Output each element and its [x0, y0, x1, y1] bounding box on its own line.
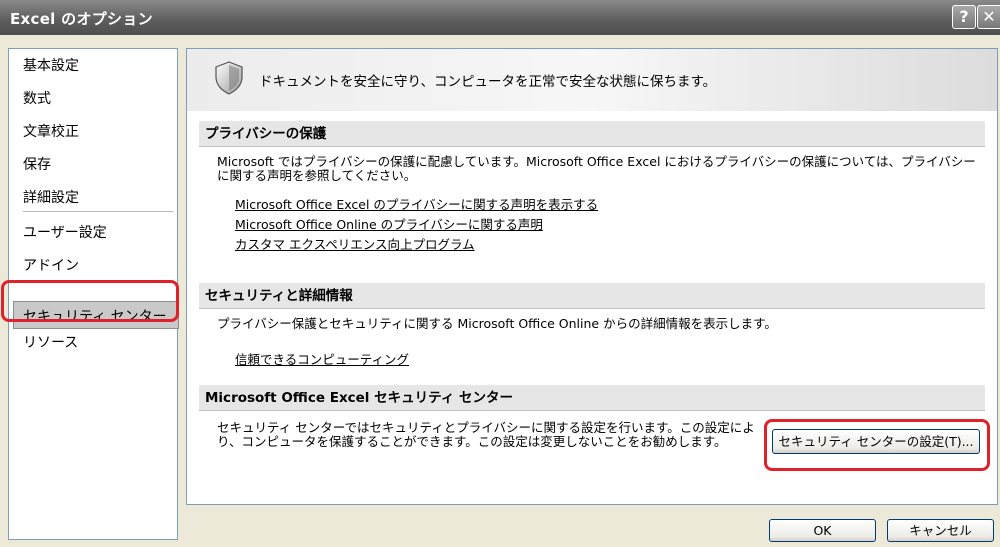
privacy-text: Microsoft ではプライバシーの保護に配慮しています。Microsoft …	[217, 154, 976, 183]
sidebar-item-save[interactable]: 保存	[23, 154, 51, 174]
sidebar-item-formulas[interactable]: 数式	[23, 88, 51, 108]
ok-button[interactable]: OK	[769, 519, 876, 542]
sidebar-divider	[23, 211, 173, 212]
privacy-statement-online-link[interactable]: Microsoft Office Online のプライバシーに関する声明	[235, 214, 543, 233]
sidebar-highlight-annotation	[1, 280, 179, 322]
security-info-text: プライバシー保護とセキュリティに関する Microsoft Office Onl…	[217, 316, 777, 331]
sidebar-item-advanced[interactable]: 詳細設定	[23, 187, 79, 207]
sidebar-item-addins[interactable]: アドイン	[23, 255, 79, 275]
trust-center-heading: Microsoft Office Excel セキュリティ センター	[199, 385, 985, 411]
cancel-button[interactable]: キャンセル	[887, 519, 994, 542]
shield-icon	[215, 61, 243, 95]
window-title: Excel のオプション	[10, 10, 153, 28]
close-button[interactable]: ✕	[977, 5, 1000, 29]
trustworthy-computing-link[interactable]: 信頼できるコンピューティング	[235, 349, 409, 368]
sidebar-item-popular[interactable]: 基本設定	[23, 55, 79, 75]
banner: ドキュメントを安全に守り、コンピュータを正常で安全な状態に保ちます。	[187, 49, 997, 111]
sidebar-item-customize[interactable]: ユーザー設定	[23, 222, 107, 242]
privacy-statement-excel-link[interactable]: Microsoft Office Excel のプライバシーに関する声明を表示す…	[235, 194, 598, 213]
sidebar-item-resources[interactable]: リソース	[23, 332, 78, 352]
trust-center-text: セキュリティ センターではセキュリティとプライバシーに関する設定を行います。この…	[217, 420, 755, 449]
privacy-heading: プライバシーの保護	[199, 121, 985, 147]
title-bar: Excel のオプション ? ✕	[0, 0, 1000, 35]
sidebar-item-proofing[interactable]: 文章校正	[23, 121, 79, 141]
help-button[interactable]: ?	[952, 5, 976, 29]
customer-experience-link[interactable]: カスタマ エクスペリエンス向上プログラム	[235, 234, 475, 253]
settings-button-highlight-annotation	[764, 419, 990, 471]
banner-text: ドキュメントを安全に守り、コンピュータを正常で安全な状態に保ちます。	[259, 74, 717, 90]
dialog-body: 基本設定 数式 文章校正 保存 詳細設定 ユーザー設定 アドイン セキュリティ …	[0, 35, 1000, 547]
security-info-heading: セキュリティと詳細情報	[199, 283, 985, 309]
